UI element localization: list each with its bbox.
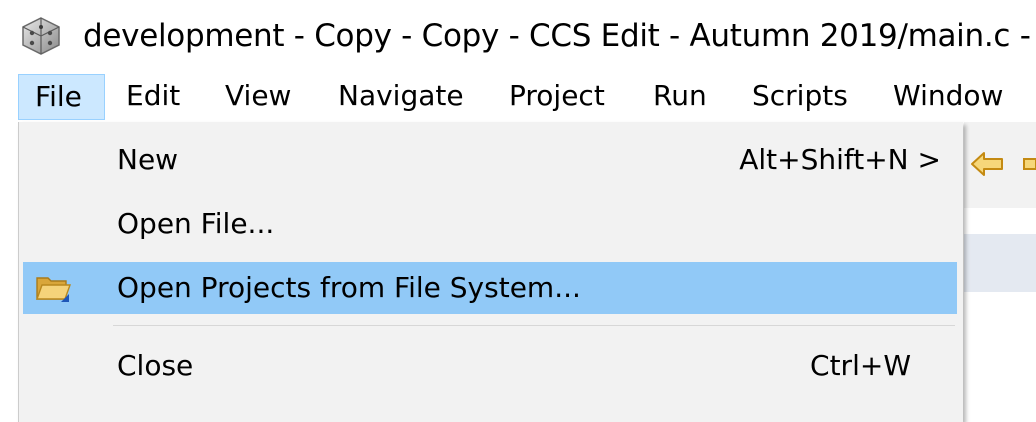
menu-item-open-file[interactable]: Open File... <box>23 198 957 250</box>
menu-file-label: File <box>35 80 82 113</box>
folder-icon <box>36 277 71 302</box>
menu-item-open-projects-label: Open Projects from File System... <box>117 271 581 304</box>
menu-item-open-file-label: Open File... <box>117 207 275 240</box>
menu-file[interactable]: File <box>18 74 105 120</box>
menu-item-close-shortcut: Ctrl+W <box>810 349 911 382</box>
menu-navigate[interactable]: Navigate <box>338 74 464 120</box>
menu-edit-label: Edit <box>126 79 181 112</box>
menu-item-close[interactable]: Close Ctrl+W <box>23 340 957 392</box>
editor-tab-strip <box>964 208 1036 234</box>
menu-window[interactable]: Window <box>893 74 1003 120</box>
menu-view-label: View <box>225 79 292 112</box>
menu-scripts-label: Scripts <box>752 79 848 112</box>
menu-run[interactable]: Run <box>653 74 707 120</box>
menu-edit[interactable]: Edit <box>126 74 180 120</box>
editor-area <box>964 292 1036 410</box>
menu-bar: File Edit View Navigate Project Run Scri… <box>0 74 1036 122</box>
window-title: development - Copy - Copy - CCS Edit - A… <box>83 18 1031 54</box>
menu-run-label: Run <box>653 79 707 112</box>
menu-project-label: Project <box>509 79 605 112</box>
menu-item-new-label: New <box>117 143 179 176</box>
menu-window-label: Window <box>893 79 1004 112</box>
view-header <box>964 234 1036 292</box>
menu-item-close-label: Close <box>117 349 194 382</box>
menu-separator <box>113 325 955 326</box>
menu-view[interactable]: View <box>225 74 291 120</box>
menu-scripts[interactable]: Scripts <box>752 74 848 120</box>
menu-project[interactable]: Project <box>509 74 605 120</box>
ccs-app-icon <box>22 17 60 55</box>
menu-item-new-shortcut: Alt+Shift+N > <box>739 143 941 176</box>
back-arrow-icon[interactable] <box>968 148 1008 180</box>
forward-arrow-icon[interactable] <box>1022 148 1036 180</box>
menu-navigate-label: Navigate <box>338 79 464 112</box>
title-bar: development - Copy - Copy - CCS Edit - A… <box>0 0 1036 74</box>
menu-item-open-projects[interactable]: Open Projects from File System... <box>23 262 957 314</box>
menu-item-new[interactable]: New Alt+Shift+N > <box>23 134 957 186</box>
file-menu-dropdown: New Alt+Shift+N > Open File... Open Proj… <box>18 122 963 422</box>
